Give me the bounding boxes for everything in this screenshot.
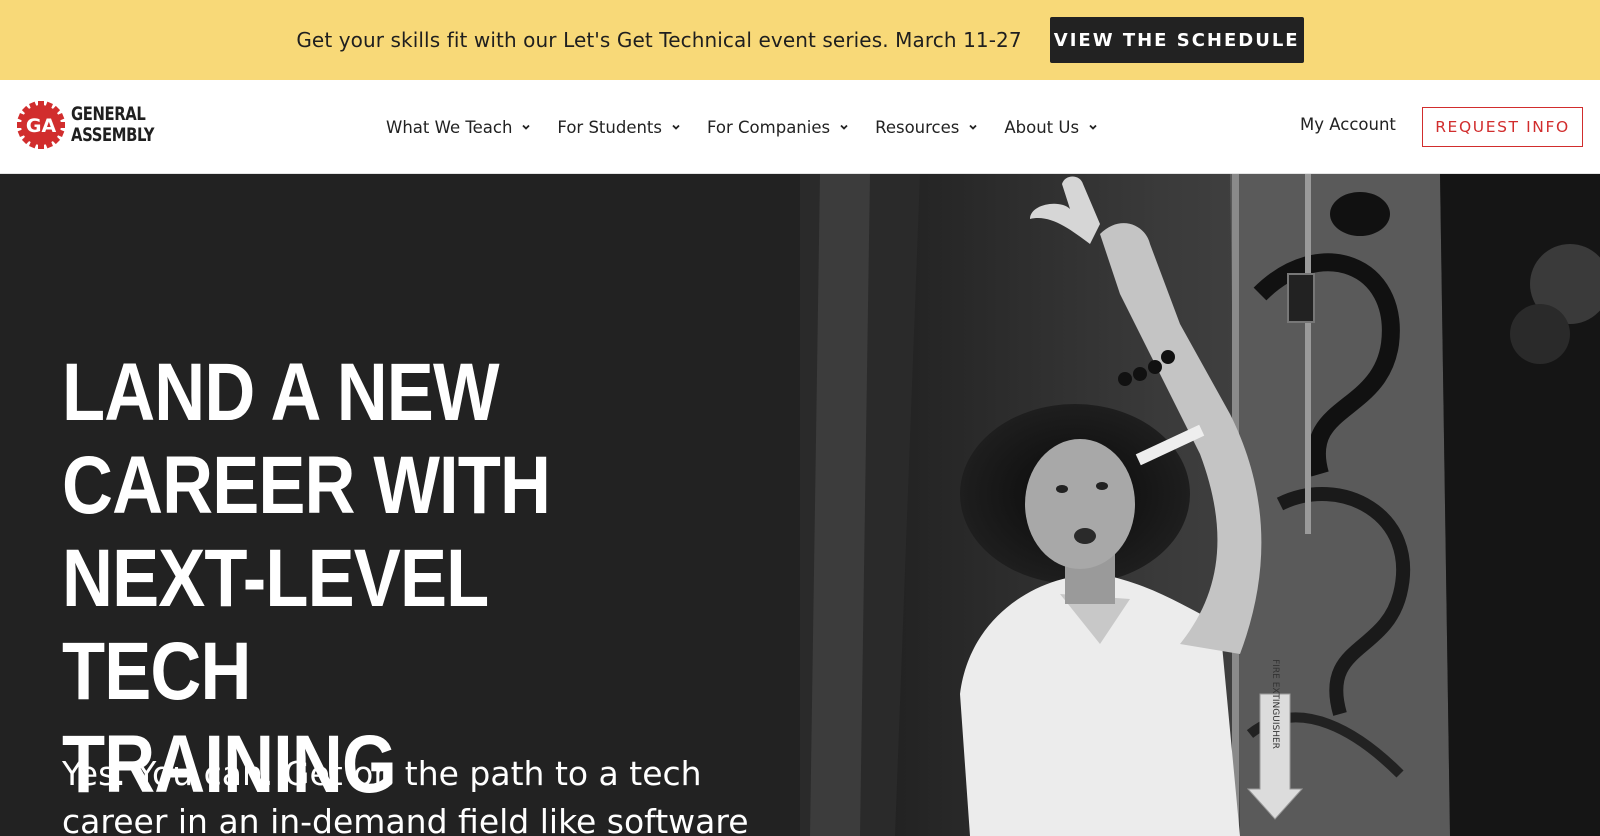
hero-subtitle-line: Yes. You can. Get on the path to a tech xyxy=(62,754,702,793)
hero-subtitle-line: career in an in-demand field like softwa… xyxy=(62,802,749,836)
hero-photo-illustration: FIRE EXTINGUISHER xyxy=(800,174,1600,836)
logo-line-2: ASSEMBLY xyxy=(71,124,155,146)
nav-item-for-companies[interactable]: For Companies xyxy=(707,118,849,137)
nav-item-label: For Companies xyxy=(707,117,831,137)
chevron-down-icon xyxy=(522,124,531,130)
hero-subtitle: Yes. You can. Get on the path to a tech … xyxy=(62,750,752,836)
nav-item-label: About Us xyxy=(1004,117,1080,137)
ga-gear-logo-icon: GA xyxy=(17,101,65,149)
nav-item-about-us[interactable]: About Us xyxy=(1004,118,1098,137)
banner-text: Get your skills fit with our Let's Get T… xyxy=(296,28,1022,52)
main-nav: What We Teach For Students For Companies… xyxy=(386,80,1124,174)
hero-title-line: CAREER WITH xyxy=(62,440,551,531)
general-assembly-logo[interactable]: GA GENERAL ASSEMBLY xyxy=(16,100,178,150)
nav-item-label: For Students xyxy=(557,117,662,137)
view-schedule-button[interactable]: VIEW THE SCHEDULE xyxy=(1049,17,1304,63)
logo-mark-text: GA xyxy=(26,115,57,137)
logo-line-1: GENERAL xyxy=(71,103,146,125)
hero-title-line: LAND A NEW xyxy=(62,347,500,438)
chevron-down-icon xyxy=(1089,124,1097,130)
hero-text-panel: LAND A NEW CAREER WITH NEXT-LEVEL TECH T… xyxy=(0,174,800,836)
announcement-banner: Get your skills fit with our Let's Get T… xyxy=(0,0,1600,80)
chevron-down-icon xyxy=(672,124,680,130)
nav-item-resources[interactable]: Resources xyxy=(875,118,978,137)
hero-photo: FIRE EXTINGUISHER xyxy=(800,174,1600,836)
nav-item-for-students[interactable]: For Students xyxy=(557,118,681,137)
logo-wordmark: GENERAL ASSEMBLY xyxy=(71,104,154,146)
hero-title: LAND A NEW CAREER WITH NEXT-LEVEL TECH T… xyxy=(62,346,681,811)
nav-item-what-we-teach[interactable]: What We Teach xyxy=(386,118,531,137)
site-header: GA GENERAL ASSEMBLY What We Teach For St… xyxy=(0,80,1600,174)
chevron-down-icon xyxy=(840,124,848,130)
hero-title-line: NEXT-LEVEL TECH xyxy=(62,533,488,717)
nav-item-label: Resources xyxy=(875,117,960,137)
nav-item-label: What We Teach xyxy=(386,117,513,137)
fire-extinguisher-sign-text: FIRE EXTINGUISHER xyxy=(1270,659,1280,749)
request-info-button[interactable]: REQUEST INFO xyxy=(1422,107,1583,147)
my-account-link[interactable]: My Account xyxy=(1300,115,1396,134)
chevron-down-icon xyxy=(969,124,977,130)
